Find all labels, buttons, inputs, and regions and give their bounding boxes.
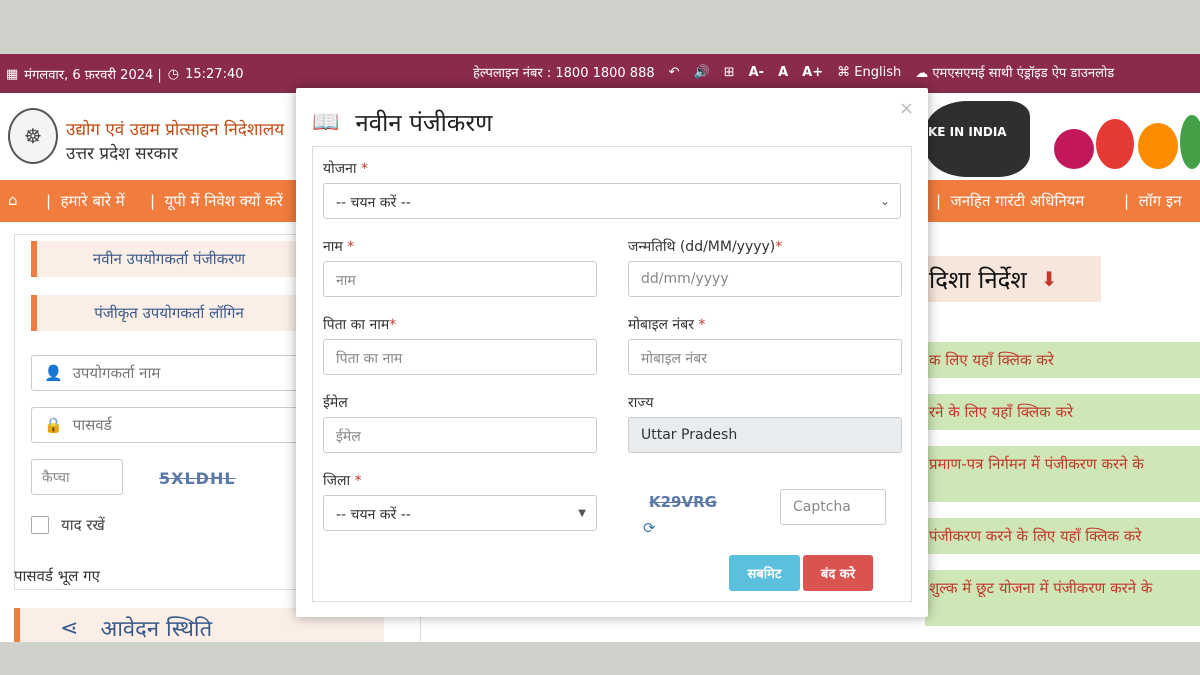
lock-icon: 🔒	[44, 416, 63, 434]
dob-label: जन्मतिथि (dd/MM/yyyy)*	[628, 239, 783, 255]
time-text: 15:27:40	[185, 66, 244, 82]
top-actions: हेल्पलाइन नंबर : 1800 1800 888 ↶ 🔊 ⊞ A- …	[473, 63, 1114, 82]
password-placeholder: पासवर्ड	[72, 416, 112, 434]
login-panel: नवीन उपयोगकर्ता पंजीकरण पंजीकृत उपयोगकर्…	[14, 234, 304, 590]
nav-item-about[interactable]: | हमारे बारे में	[46, 191, 125, 211]
nav-item-guarantee-act[interactable]: | जनहित गारंटी अधिनियम	[936, 191, 1084, 211]
state-name: उत्तर प्रदेश सरकार	[66, 144, 178, 164]
name-label: नाम *	[323, 239, 355, 255]
username-input[interactable]: 👤 उपयोगकर्ता नाम	[31, 355, 301, 391]
password-input[interactable]: 🔒 पासवर्ड	[31, 407, 301, 443]
sitemap-icon[interactable]: ⊞	[724, 65, 735, 80]
remember-checkbox[interactable]	[31, 516, 49, 534]
language-label: English	[854, 64, 902, 80]
nav-item-invest[interactable]: | यूपी में निवेश क्यों करें	[150, 191, 283, 211]
guidelines-label: दिशा निर्देश	[929, 265, 1027, 294]
user-icon: 👤	[44, 364, 63, 382]
department-name: उद्योग एवं उद्यम प्रोत्साहन निदेशालय	[66, 120, 285, 140]
mobile-input[interactable]: मोबाइल नंबर	[628, 339, 902, 375]
app-download-label: एमएसएमई साथी एंड्रॉइड ऐप डाउनलोड	[932, 66, 1115, 81]
email-label: ईमेल	[323, 395, 348, 411]
forgot-password-link[interactable]: पासवर्ड भूल गए	[14, 566, 100, 586]
chevron-down-icon: ⌄	[879, 194, 890, 208]
scheme-select-value: -- चयन करें --	[336, 195, 411, 211]
make-in-india-text: KE IN INDIA	[928, 125, 1007, 139]
district-select[interactable]: -- चयन करें -- ▼	[323, 495, 597, 531]
name-input[interactable]: नाम	[323, 261, 597, 297]
nav-label: लॉग इन	[1138, 192, 1182, 210]
up-emblem-logo: ☸	[8, 108, 58, 164]
clock-icon: ◷	[167, 66, 180, 82]
speaker-icon[interactable]: 🔊	[694, 65, 710, 80]
download-icon: ⬇	[1040, 267, 1058, 291]
font-decrease-button[interactable]: A-	[749, 65, 764, 80]
email-input[interactable]: ईमेल	[323, 417, 597, 453]
username-placeholder: उपयोगकर्ता नाम	[72, 364, 161, 382]
scheme-label: योजना *	[323, 161, 368, 177]
nav-label: जनहित गारंटी अधिनियम	[950, 192, 1085, 210]
nav-label: यूपी में निवेश क्यों करें	[164, 192, 283, 210]
registration-link[interactable]: क लिए यहाँ क्लिक करे	[925, 342, 1200, 378]
registration-form: योजना * -- चयन करें -- ⌄ नाम * नाम जन्मत…	[312, 146, 912, 602]
share-icon: ⋖	[60, 615, 79, 641]
close-icon[interactable]: ×	[899, 98, 914, 119]
app-download-link[interactable]: ☁ एमएसएमई साथी एंड्रॉइड ऐप डाउनलोड	[915, 63, 1114, 81]
submit-button[interactable]: सबमिट	[729, 555, 800, 591]
font-normal-button[interactable]: A	[778, 65, 788, 80]
dob-input[interactable]: dd/mm/yyyy	[628, 261, 902, 297]
font-increase-button[interactable]: A+	[802, 65, 823, 80]
remember-me[interactable]: याद रखें	[31, 515, 105, 535]
odop-logo	[1052, 101, 1200, 177]
nav-item-login[interactable]: | लॉग इन	[1124, 191, 1182, 211]
application-status-label: आवेदन स्थिति	[100, 617, 213, 642]
caret-down-icon: ▼	[578, 508, 586, 519]
registration-link[interactable]: पंजीकरण करने के लिए यहाँ क्लिक करे	[925, 518, 1200, 554]
new-user-registration-link[interactable]: नवीन उपयोगकर्ता पंजीकरण	[31, 241, 301, 277]
scheme-select[interactable]: -- चयन करें -- ⌄	[323, 183, 901, 219]
registered-user-login-link[interactable]: पंजीकृत उपयोगकर्ता लॉगिन	[31, 295, 301, 331]
guidelines-button[interactable]: दिशा निर्देश ⬇	[925, 256, 1101, 302]
cloud-download-icon: ☁	[915, 66, 929, 81]
date-text: मंगलवार, 6 फ़रवरी 2024 |	[24, 68, 162, 83]
nav-label: हमारे बारे में	[60, 192, 125, 210]
district-label: जिला *	[323, 473, 362, 489]
calendar-icon: ▦	[6, 66, 19, 82]
home-icon[interactable]: ⌂	[8, 191, 18, 209]
state-input: Uttar Pradesh	[628, 417, 902, 453]
captcha-input[interactable]: कैप्चा	[31, 459, 123, 495]
close-button[interactable]: बंद करे	[803, 555, 873, 591]
registration-link[interactable]: शुल्क में छूट योजना में पंजीकरण करने के	[925, 570, 1200, 626]
remember-label: याद रखें	[61, 516, 105, 534]
district-select-value: -- चयन करें --	[336, 507, 411, 523]
captcha-image: 5XLDHL	[159, 469, 236, 488]
modal-title: 📖 नवीन पंजीकरण	[312, 106, 493, 139]
father-name-input[interactable]: पिता का नाम	[323, 339, 597, 375]
captcha-input[interactable]: Captcha	[780, 489, 886, 525]
back-icon[interactable]: ↶	[669, 65, 680, 80]
state-label: राज्य	[628, 395, 654, 411]
make-in-india-logo	[925, 101, 1030, 177]
refresh-icon[interactable]: ⟳	[643, 519, 656, 537]
helpline-text: हेल्पलाइन नंबर : 1800 1800 888	[473, 66, 655, 81]
mobile-label: मोबाइल नंबर *	[628, 317, 706, 333]
language-toggle[interactable]: ⌘ English	[837, 65, 901, 80]
captcha-image: K29VRG	[649, 493, 717, 511]
father-name-label: पिता का नाम*	[323, 317, 397, 333]
datetime: ▦ मंगलवार, 6 फ़रवरी 2024 | ◷ 15:27:40	[6, 65, 244, 84]
modal-title-text: नवीन पंजीकरण	[355, 109, 493, 137]
registration-link[interactable]: प्रमाण-पत्र निर्गमन में पंजीकरण करने के	[925, 446, 1200, 502]
registration-link[interactable]: रने के लिए यहाँ क्लिक करे	[925, 394, 1200, 430]
language-icon: ⌘	[837, 64, 851, 80]
registration-modal: 📖 नवीन पंजीकरण × योजना * -- चयन करें -- …	[296, 88, 928, 617]
book-icon: 📖	[312, 110, 340, 135]
